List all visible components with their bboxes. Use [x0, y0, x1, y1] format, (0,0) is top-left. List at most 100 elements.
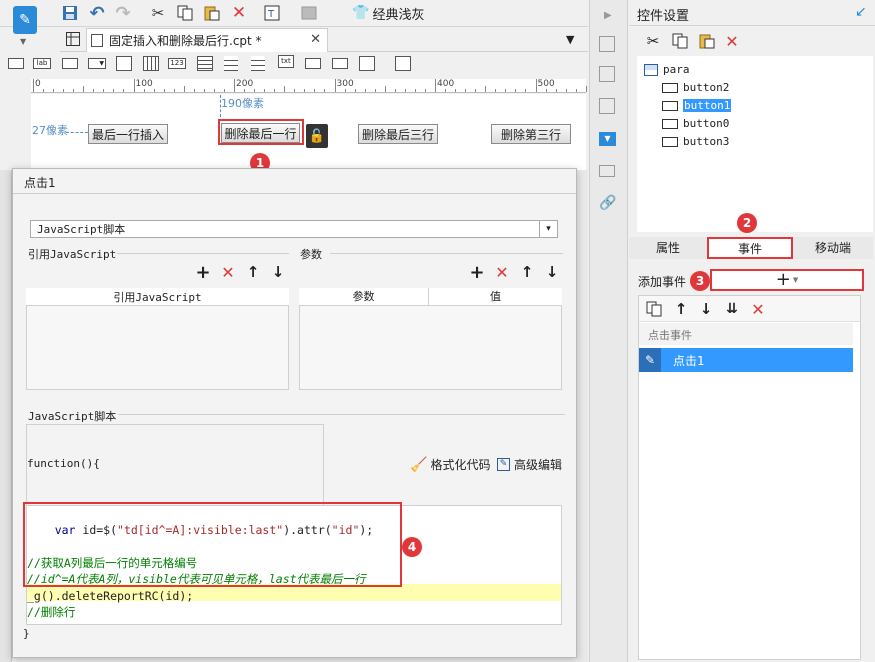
event-down-icon[interactable]: ↓: [696, 299, 716, 319]
ruler-minor-tick: [565, 89, 567, 92]
tree-item-button1[interactable]: button1: [662, 99, 732, 112]
params-up-icon[interactable]: ↑: [518, 263, 536, 281]
ruler-minor-tick: [213, 89, 215, 92]
paste-icon[interactable]: [202, 3, 222, 23]
ref-js-down-icon[interactable]: ↓: [269, 263, 287, 281]
layout-icon[interactable]: [599, 36, 615, 52]
tree-widget-icon[interactable]: [359, 56, 375, 71]
canvas-button-delete-last-three[interactable]: 删除最后三行: [358, 124, 438, 144]
cut-icon[interactable]: ✂: [148, 3, 168, 23]
panel-paste-icon[interactable]: [697, 31, 717, 51]
ruler-minor-tick: [33, 79, 34, 92]
ruler-minor-tick: [334, 79, 336, 92]
ruler-minor-tick: [485, 86, 487, 92]
tab-menu-icon[interactable]: ▼: [566, 33, 574, 46]
password-widget-icon[interactable]: [305, 58, 321, 69]
theme-button[interactable]: 👕 经典浅灰: [352, 4, 424, 23]
canvas-button-insert-last[interactable]: 最后一行插入: [88, 124, 168, 144]
ruler-minor-tick: [274, 89, 276, 92]
collapse-arrow-icon[interactable]: ▶: [604, 10, 612, 21]
button-icon: [662, 82, 678, 93]
checkbox-widget-icon[interactable]: [251, 56, 265, 71]
format-code-button[interactable]: 🧹 格式化代码: [410, 456, 490, 473]
list-icon[interactable]: [599, 165, 615, 177]
tree-item-button3[interactable]: button3: [662, 135, 729, 148]
tree-item-button0[interactable]: button0: [662, 117, 729, 130]
ruler-minor-tick: [505, 89, 507, 92]
calendar-widget-icon[interactable]: [143, 56, 159, 71]
textbox-widget-icon[interactable]: [8, 58, 24, 69]
script-type-value: JavaScript脚本: [37, 223, 126, 236]
canvas-button-delete-third[interactable]: 删除第三行: [491, 124, 571, 144]
advanced-edit-button[interactable]: ✎ 高级编辑: [497, 456, 562, 473]
tab-properties[interactable]: 属性: [629, 237, 707, 259]
script-type-select[interactable]: JavaScript脚本 ▾: [30, 220, 558, 238]
tab-file[interactable]: 固定插入和删除最后行.cpt * ✕: [86, 28, 328, 52]
chevron-down-icon: ▼: [792, 276, 799, 284]
delete-icon[interactable]: ✕: [229, 3, 249, 23]
ref-js-add-icon[interactable]: +: [194, 262, 212, 283]
ruler-minor-tick: [234, 79, 235, 92]
tab-title: 固定插入和删除最后行.cpt *: [109, 34, 262, 48]
link-icon[interactable]: 🔗: [599, 195, 616, 211]
params-down-icon[interactable]: ↓: [543, 263, 561, 281]
event-up-icon[interactable]: ↑: [671, 299, 691, 319]
number-widget-icon[interactable]: 123: [168, 58, 186, 69]
save-icon[interactable]: [60, 3, 80, 23]
panel-copy-icon[interactable]: [670, 31, 690, 51]
checkgroup-widget-icon[interactable]: [332, 58, 348, 69]
app-logo-icon[interactable]: ✎: [13, 6, 37, 34]
add-event-label: 添加事件: [638, 275, 687, 289]
undo-icon[interactable]: ↶: [87, 3, 107, 24]
template-icon[interactable]: T: [262, 3, 282, 23]
event-copy-icon[interactable]: [644, 299, 664, 319]
event-delete-icon[interactable]: ✕: [748, 299, 768, 319]
ruler-minor-tick: [374, 89, 376, 92]
canvas-scrollbar[interactable]: [577, 170, 588, 662]
ruler-minor-tick: [455, 89, 457, 92]
ref-js-delete-icon[interactable]: ✕: [219, 263, 237, 282]
combo-widget-icon[interactable]: [116, 56, 132, 71]
text-widget-icon[interactable]: txt: [278, 55, 294, 68]
event-move-bottom-icon[interactable]: ⇊: [722, 299, 742, 319]
add-event-button[interactable]: + ▼: [710, 269, 864, 291]
widget-settings-icon[interactable]: ▼: [599, 132, 616, 146]
panel-cut-icon[interactable]: ✂: [643, 31, 663, 51]
params-add-icon[interactable]: +: [468, 262, 486, 283]
params-delete-icon[interactable]: ✕: [493, 263, 511, 282]
radio-widget-icon[interactable]: [224, 56, 238, 71]
dropdown-widget-icon[interactable]: ▼: [88, 58, 106, 69]
redo-icon[interactable]: ↷: [113, 3, 133, 24]
annotation-badge-3: 3: [690, 271, 710, 291]
tree-root[interactable]: para: [644, 63, 690, 76]
grid-icon[interactable]: [64, 30, 82, 48]
tree-item-button2[interactable]: button2: [662, 81, 729, 94]
ruler-minor-tick: [83, 86, 85, 92]
dialog-title-divider: [13, 193, 576, 194]
label-widget-icon[interactable]: lab: [33, 58, 51, 69]
ruler-minor-tick: [143, 89, 145, 92]
tab-events[interactable]: 事件: [707, 237, 793, 259]
ruler-minor-tick: [575, 89, 577, 92]
ruler-tick-label: 200: [236, 79, 254, 89]
lock-icon[interactable]: 🔓: [306, 124, 328, 148]
ruler-minor-tick: [475, 89, 477, 92]
ruler-minor-tick: [404, 89, 406, 92]
image-icon[interactable]: [299, 3, 319, 23]
frame-icon[interactable]: [599, 98, 615, 114]
ruler-minor-tick: [93, 89, 95, 92]
button-widget-icon[interactable]: [62, 58, 78, 69]
textarea-widget-icon[interactable]: [197, 56, 213, 71]
ruler-minor-tick: [414, 89, 416, 92]
tab-mobile[interactable]: 移动端: [793, 237, 873, 259]
close-icon[interactable]: ✕: [310, 32, 321, 47]
chevron-down-icon[interactable]: ▼: [20, 37, 26, 46]
ref-js-up-icon[interactable]: ↑: [244, 263, 262, 281]
copy-icon[interactable]: [175, 3, 195, 23]
more-widget-icon[interactable]: [395, 56, 411, 71]
pin-icon[interactable]: ↙: [855, 4, 867, 20]
properties-icon[interactable]: [599, 66, 615, 82]
event-item-selected[interactable]: ✎ 点击1: [639, 348, 853, 372]
panel-delete-icon[interactable]: ✕: [722, 31, 742, 51]
row-header-strip: [0, 170, 12, 662]
